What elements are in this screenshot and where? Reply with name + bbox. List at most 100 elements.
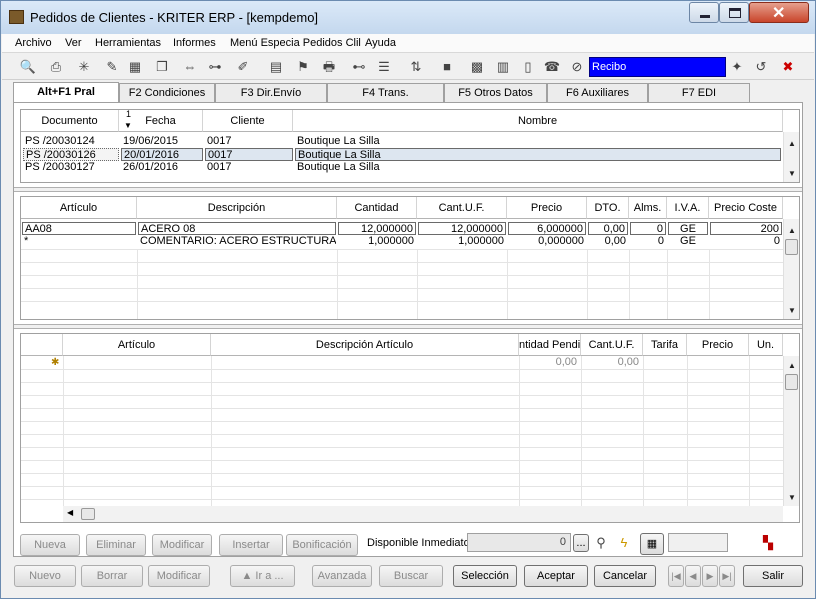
avanzada-button[interactable]: Avanzada — [312, 565, 372, 587]
col-cant-uf[interactable]: Cant.U.F. — [581, 334, 643, 356]
eliminar-button[interactable]: Eliminar — [86, 534, 146, 556]
exit-icon[interactable]: ✖ — [779, 58, 797, 76]
scroll-left-icon[interactable]: ◀ — [67, 508, 73, 517]
col-dto[interactable]: DTO. — [587, 197, 629, 219]
splitter-2[interactable] — [14, 324, 802, 329]
cell-cant-uf[interactable]: 1,000000 — [418, 235, 506, 248]
col-descripcion[interactable]: Descripción — [137, 197, 337, 219]
close-button[interactable]: ✕ — [749, 2, 809, 23]
phone-icon[interactable]: ☎ — [543, 58, 561, 76]
scroll-thumb[interactable] — [785, 239, 798, 255]
binoculars-icon[interactable]: ⚲ — [592, 534, 610, 552]
modificar-line-button[interactable]: Modificar — [152, 534, 212, 556]
maximize-button[interactable] — [719, 2, 749, 23]
attach-icon[interactable]: ⊘ — [568, 58, 586, 76]
table-view-button[interactable]: ▦ — [640, 533, 664, 555]
col-precio[interactable]: Precio — [507, 197, 587, 219]
col-articulo[interactable]: Artículo — [63, 334, 211, 356]
cell-dto[interactable]: 0,00 — [588, 235, 628, 248]
borrar-button[interactable]: Borrar — [81, 565, 143, 587]
menu-archivo[interactable]: Archivo — [15, 37, 52, 49]
tree2-icon[interactable]: ⊷ — [350, 58, 368, 76]
square-icon[interactable]: ■ — [438, 58, 456, 76]
tree-icon[interactable]: ⊶ — [206, 58, 224, 76]
form-icon[interactable]: ▥ — [494, 58, 512, 76]
scroll-up-icon[interactable]: ▲ — [784, 223, 800, 239]
menu-ayuda[interactable]: Ayuda — [365, 37, 396, 49]
lines-scrollbar[interactable]: ▲ ▼ — [783, 219, 799, 319]
split-icon[interactable]: ⇔ — [181, 58, 199, 76]
col-iva[interactable]: I.V.A. — [667, 197, 709, 219]
cell-iva[interactable]: GE — [668, 222, 708, 235]
preview-icon[interactable]: 🔍 — [19, 58, 37, 76]
modificar-button[interactable]: Modificar — [148, 565, 210, 587]
menu-herramientas[interactable]: Herramientas — [95, 37, 161, 49]
col-documento[interactable]: Documento — [21, 110, 119, 132]
pending-scrollbar[interactable]: ▲ ▼ — [783, 356, 799, 506]
seleccion-button[interactable]: Selección — [453, 565, 517, 587]
note-icon[interactable]: ✐ — [234, 58, 252, 76]
insertar-button[interactable]: Insertar — [219, 534, 283, 556]
document-icon[interactable]: ▯ — [519, 58, 537, 76]
cell-descripcion[interactable]: COMENTARIO: ACERO ESTRUCTURA — [138, 235, 336, 248]
cell-articulo[interactable]: AA08 — [22, 222, 136, 235]
menu-especial-pedidos[interactable]: Menú Especia Pedidos Clil — [230, 37, 361, 49]
tab-principal[interactable]: Alt+F1 Pral — [13, 82, 119, 103]
col-fecha[interactable]: 1 ▼ Fecha — [119, 110, 203, 132]
ellipsis-button[interactable]: ... — [573, 534, 589, 552]
splitter-1[interactable] — [14, 187, 802, 192]
edit-icon[interactable]: ✎ — [103, 58, 121, 76]
col-precio[interactable]: Precio — [687, 334, 749, 356]
nueva-button[interactable]: Nueva — [20, 534, 80, 556]
grid-icon[interactable]: ▤ — [267, 58, 285, 76]
cell-alms[interactable]: 0 — [630, 222, 666, 235]
undo-icon[interactable]: ↺ — [752, 58, 770, 76]
tab-transporte[interactable]: F4 Trans. — [327, 83, 444, 102]
col-tarifa[interactable]: Tarifa — [643, 334, 687, 356]
pending-hscrollbar[interactable]: ◀ — [63, 506, 783, 522]
col-precio-coste[interactable]: Precio Coste — [709, 197, 783, 219]
buscar-button[interactable]: Buscar — [379, 565, 443, 587]
ir-a-button[interactable]: ▲ Ir a ... — [230, 565, 295, 587]
scroll-down-icon[interactable]: ▼ — [784, 490, 800, 506]
recibo-field[interactable]: Recibo — [589, 57, 726, 77]
scroll-down-icon[interactable]: ▼ — [784, 166, 800, 182]
scroll-up-icon[interactable]: ▲ — [784, 136, 800, 152]
menu-ver[interactable]: Ver — [65, 37, 82, 49]
chart-icon[interactable]: ▩ — [468, 58, 486, 76]
list-icon[interactable]: ☰ — [375, 58, 393, 76]
cell-cant-uf[interactable]: 12,000000 — [418, 222, 506, 235]
cell-articulo[interactable]: * — [22, 235, 136, 248]
tab-auxiliares[interactable]: F6 Auxiliares — [547, 83, 648, 102]
cell-alms[interactable]: 0 — [630, 235, 666, 248]
nav-prev-button[interactable]: ◀ — [685, 565, 701, 587]
nav-last-button[interactable]: ▶| — [719, 565, 735, 587]
tab-direccion-envio[interactable]: F3 Dir.Envío — [215, 83, 327, 102]
bulb-icon[interactable]: ✦ — [728, 58, 746, 76]
wizard-icon[interactable]: ✳ — [75, 58, 93, 76]
tab-edi[interactable]: F7 EDI — [648, 83, 750, 102]
nuevo-button[interactable]: Nuevo — [14, 565, 76, 587]
col-descripcion-articulo[interactable]: Descripción Artículo — [211, 334, 519, 356]
salir-button[interactable]: Salir — [743, 565, 803, 587]
scroll-thumb[interactable] — [785, 374, 798, 390]
hierarchy-icon[interactable]: ⚑ — [294, 58, 312, 76]
print-icon[interactable]: ⎙ — [47, 58, 65, 76]
cell-iva[interactable]: GE — [668, 235, 708, 248]
cell-cantidad[interactable]: 12,000000 — [338, 222, 416, 235]
scroll-thumb[interactable] — [81, 508, 95, 520]
orders-scrollbar[interactable]: ▲ ▼ — [783, 132, 799, 182]
col-un[interactable]: Un. — [749, 334, 783, 356]
cell-cantidad-pendiente[interactable]: 0,00 — [519, 356, 579, 369]
tab-condiciones[interactable]: F2 Condiciones — [119, 83, 215, 102]
lightning-icon[interactable]: ϟ — [615, 534, 633, 552]
bonificacion-button[interactable]: Bonificación — [286, 534, 358, 556]
col-nombre[interactable]: Nombre — [293, 110, 783, 132]
nav-next-button[interactable]: ▶ — [702, 565, 718, 587]
copy-icon[interactable]: ❐ — [153, 58, 171, 76]
col-cantidad[interactable]: Cantidad — [337, 197, 417, 219]
cell-cantidad[interactable]: 1,000000 — [338, 235, 416, 248]
col-cant-uf[interactable]: Cant.U.F. — [417, 197, 507, 219]
col-articulo[interactable]: Artículo — [21, 197, 137, 219]
cell-precio-coste[interactable]: 200 — [710, 222, 782, 235]
